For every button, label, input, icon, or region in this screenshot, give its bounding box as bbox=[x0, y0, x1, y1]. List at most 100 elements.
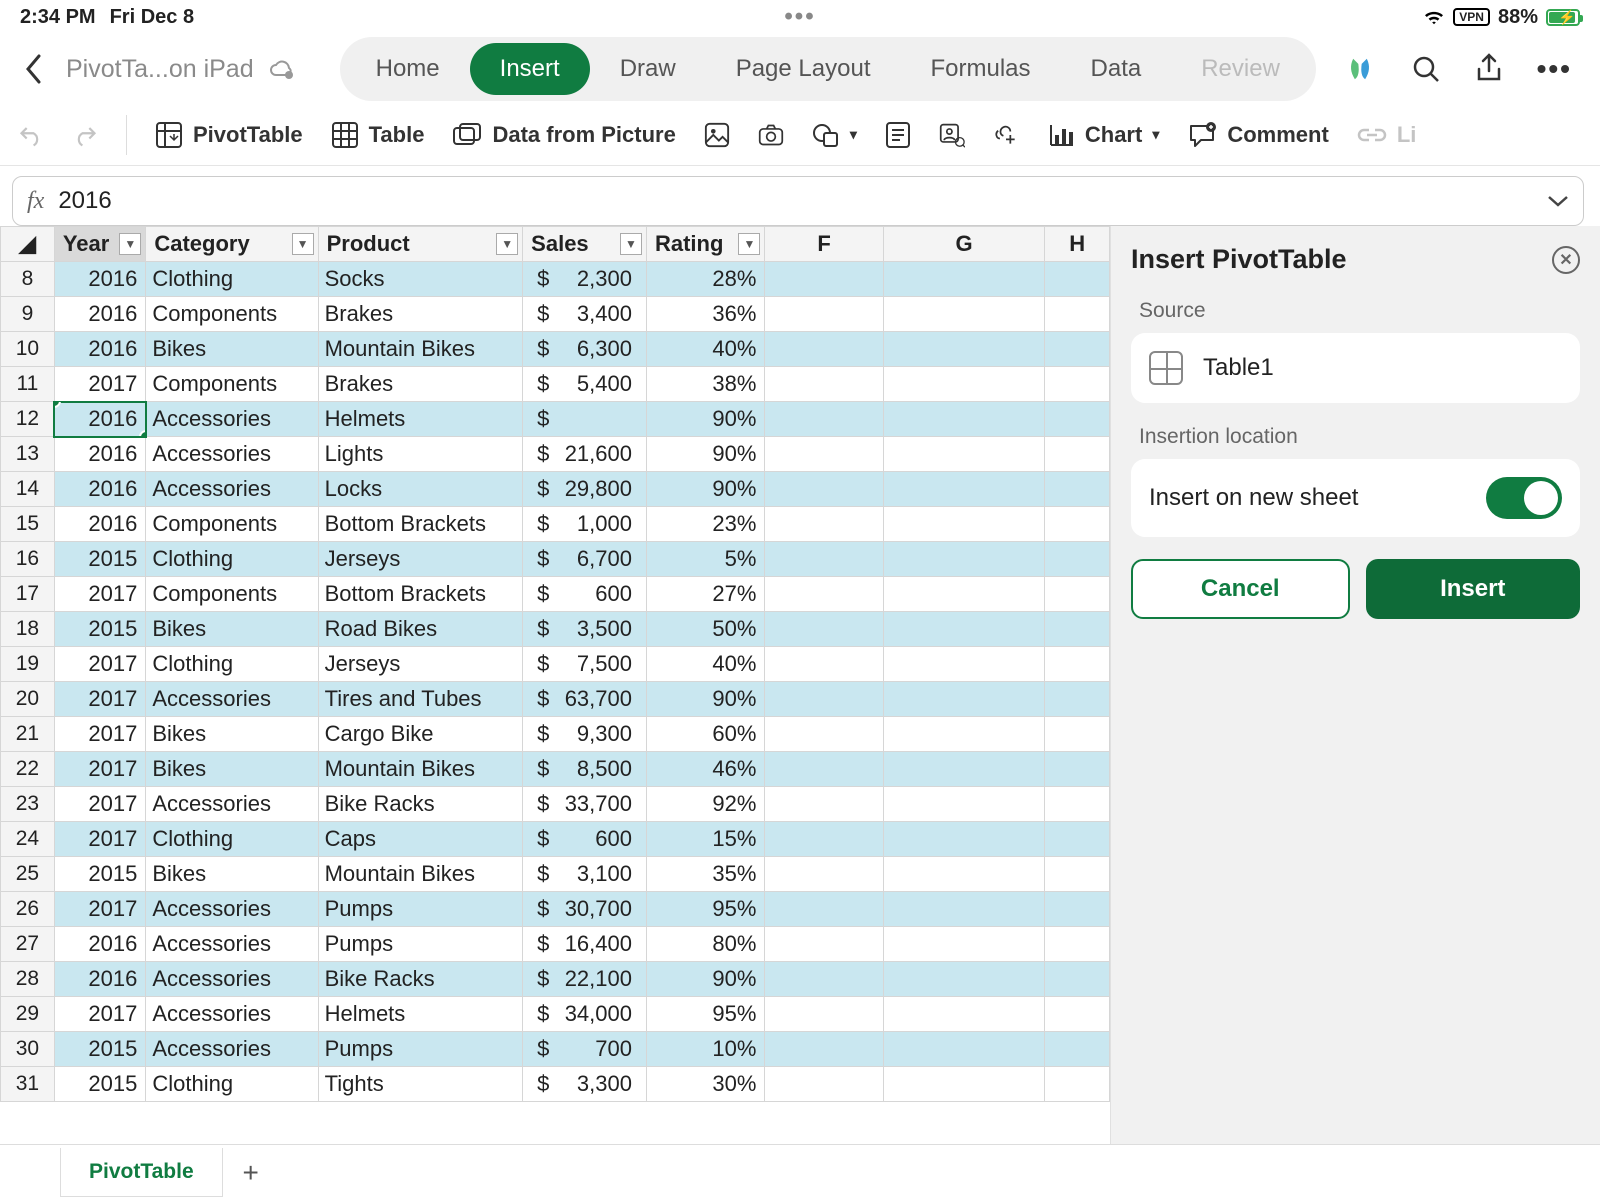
cell[interactable] bbox=[765, 577, 883, 612]
row-header[interactable]: 8 bbox=[1, 262, 55, 297]
cell[interactable]: 2017 bbox=[54, 997, 146, 1032]
cell[interactable]: Road Bikes bbox=[318, 612, 523, 647]
cell[interactable] bbox=[765, 542, 883, 577]
cell[interactable]: 2017 bbox=[54, 822, 146, 857]
tab-formulas[interactable]: Formulas bbox=[900, 43, 1060, 95]
row-header[interactable]: 10 bbox=[1, 332, 55, 367]
cell[interactable] bbox=[883, 367, 1045, 402]
row-header[interactable]: 9 bbox=[1, 297, 55, 332]
cell[interactable]: 2016 bbox=[54, 507, 146, 542]
cell[interactable]: $30,700 bbox=[523, 892, 647, 927]
cell[interactable]: Pumps bbox=[318, 1032, 523, 1067]
cell[interactable]: Accessories bbox=[146, 927, 318, 962]
cell[interactable]: 80% bbox=[646, 927, 764, 962]
cell[interactable]: 92% bbox=[646, 787, 764, 822]
filter-icon[interactable]: ▼ bbox=[738, 233, 760, 255]
cell[interactable] bbox=[765, 647, 883, 682]
cell[interactable]: 2017 bbox=[54, 787, 146, 822]
tab-insert[interactable]: Insert bbox=[470, 43, 590, 95]
cell[interactable]: 2016 bbox=[54, 332, 146, 367]
cell[interactable] bbox=[1045, 472, 1110, 507]
cell[interactable]: 90% bbox=[646, 682, 764, 717]
cell[interactable] bbox=[765, 297, 883, 332]
cell[interactable] bbox=[883, 647, 1045, 682]
cell[interactable] bbox=[883, 262, 1045, 297]
row-header[interactable]: 23 bbox=[1, 787, 55, 822]
cell[interactable]: 2017 bbox=[54, 682, 146, 717]
cell[interactable] bbox=[1045, 577, 1110, 612]
cell[interactable] bbox=[883, 822, 1045, 857]
row-header[interactable]: 22 bbox=[1, 752, 55, 787]
tab-review[interactable]: Review bbox=[1171, 43, 1310, 95]
cell[interactable]: Bottom Brackets bbox=[318, 507, 523, 542]
cell[interactable]: $63,700 bbox=[523, 682, 647, 717]
cell[interactable]: Socks bbox=[318, 262, 523, 297]
shapes-dropdown[interactable]: ▾ bbox=[812, 121, 857, 149]
cell[interactable]: $34,000 bbox=[523, 997, 647, 1032]
cell[interactable]: Accessories bbox=[146, 787, 318, 822]
cell[interactable]: Bikes bbox=[146, 717, 318, 752]
cell[interactable]: 2016 bbox=[54, 297, 146, 332]
cell[interactable]: 95% bbox=[646, 892, 764, 927]
cell[interactable]: Accessories bbox=[146, 682, 318, 717]
cell[interactable]: $8,500 bbox=[523, 752, 647, 787]
cell[interactable] bbox=[1045, 962, 1110, 997]
cell[interactable]: 30% bbox=[646, 1067, 764, 1102]
cell[interactable]: $6,700 bbox=[523, 542, 647, 577]
cell[interactable]: $600 bbox=[523, 822, 647, 857]
cell[interactable]: Brakes bbox=[318, 367, 523, 402]
cell[interactable]: 2015 bbox=[54, 612, 146, 647]
cell[interactable]: $700 bbox=[523, 1032, 647, 1067]
cell[interactable]: 2015 bbox=[54, 1032, 146, 1067]
cell[interactable]: $7,500 bbox=[523, 647, 647, 682]
cell[interactable]: 90% bbox=[646, 962, 764, 997]
cell[interactable] bbox=[765, 1032, 883, 1067]
cell[interactable] bbox=[883, 962, 1045, 997]
cell[interactable] bbox=[883, 857, 1045, 892]
filter-icon[interactable]: ▼ bbox=[292, 233, 314, 255]
cell[interactable] bbox=[1045, 752, 1110, 787]
cell[interactable]: Mountain Bikes bbox=[318, 752, 523, 787]
cell[interactable] bbox=[883, 892, 1045, 927]
cell[interactable] bbox=[883, 612, 1045, 647]
insert-button[interactable]: Insert bbox=[1366, 559, 1581, 619]
cell[interactable] bbox=[765, 1067, 883, 1102]
cell[interactable] bbox=[765, 962, 883, 997]
cell[interactable]: Jerseys bbox=[318, 542, 523, 577]
cell[interactable] bbox=[765, 857, 883, 892]
cell[interactable] bbox=[765, 332, 883, 367]
cell[interactable] bbox=[765, 437, 883, 472]
search-icon[interactable] bbox=[1411, 54, 1441, 84]
cell[interactable] bbox=[765, 262, 883, 297]
cell[interactable]: 5% bbox=[646, 542, 764, 577]
cell[interactable]: 2016 bbox=[54, 437, 146, 472]
cell[interactable]: Pumps bbox=[318, 927, 523, 962]
cancel-button[interactable]: Cancel bbox=[1131, 559, 1350, 619]
cell[interactable]: 95% bbox=[646, 997, 764, 1032]
textbox-icon[interactable] bbox=[885, 122, 911, 148]
tab-data[interactable]: Data bbox=[1061, 43, 1172, 95]
row-header[interactable]: 18 bbox=[1, 612, 55, 647]
cell[interactable]: Clothing bbox=[146, 822, 318, 857]
cell[interactable]: Lights bbox=[318, 437, 523, 472]
source-card[interactable]: Table1 bbox=[1131, 333, 1580, 403]
cell[interactable]: Components bbox=[146, 367, 318, 402]
col-header-rating[interactable]: Rating▼ bbox=[646, 227, 764, 262]
row-header[interactable]: 12 bbox=[1, 402, 55, 437]
cell[interactable]: 2016 bbox=[54, 927, 146, 962]
cell[interactable]: Brakes bbox=[318, 297, 523, 332]
cell[interactable]: Pumps bbox=[318, 892, 523, 927]
cell[interactable]: Accessories bbox=[146, 892, 318, 927]
col-header-sales[interactable]: Sales▼ bbox=[523, 227, 647, 262]
row-header[interactable]: 27 bbox=[1, 927, 55, 962]
row-header[interactable]: 20 bbox=[1, 682, 55, 717]
cell[interactable]: Jerseys bbox=[318, 647, 523, 682]
cell[interactable] bbox=[765, 892, 883, 927]
cell[interactable] bbox=[765, 472, 883, 507]
tab-home[interactable]: Home bbox=[346, 43, 470, 95]
cell[interactable]: 2017 bbox=[54, 577, 146, 612]
cell[interactable] bbox=[1045, 682, 1110, 717]
cell[interactable]: 46% bbox=[646, 752, 764, 787]
col-header-h[interactable]: H bbox=[1045, 227, 1110, 262]
formula-bar[interactable]: fx 2016 bbox=[12, 176, 1584, 226]
